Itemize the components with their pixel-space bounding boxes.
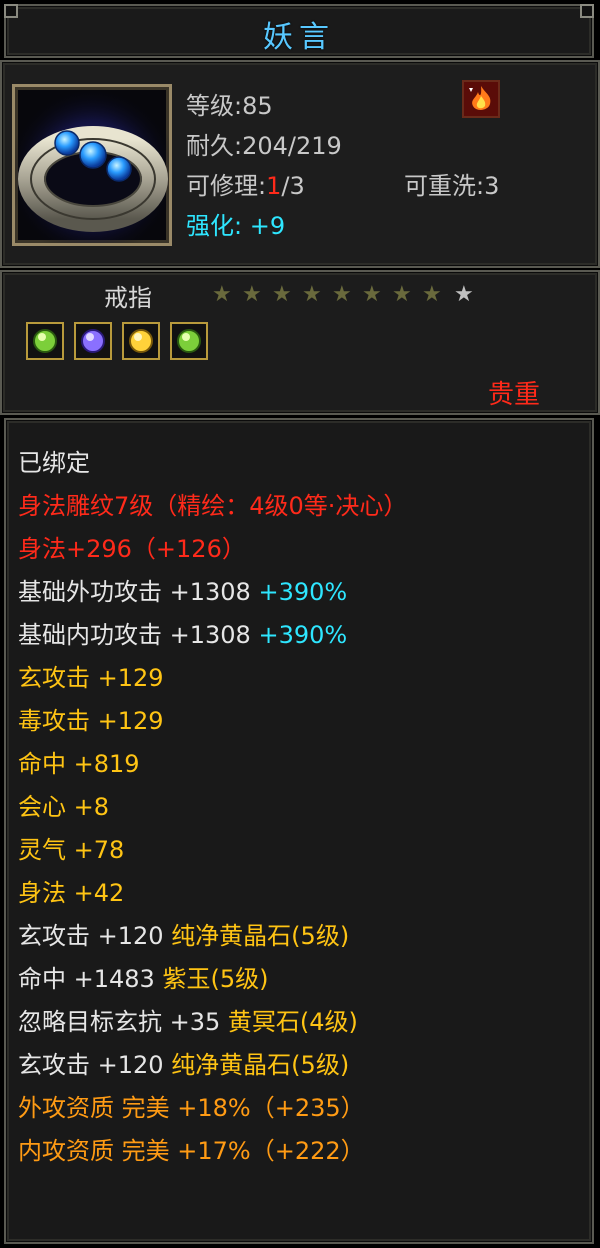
green-gem-icon: [177, 329, 201, 353]
ring-icon: [15, 87, 169, 243]
base-inner-attack-value: 基础内功攻击 +1308: [18, 621, 251, 649]
rarity-label: 贵重: [488, 380, 541, 410]
star-filled-icon: ★: [392, 282, 412, 307]
yellow-gem-icon: [129, 329, 153, 353]
gem-slot-3[interactable]: [122, 322, 160, 360]
gem-slot-1[interactable]: [26, 322, 64, 360]
base-inner-attack-pct: +390%: [258, 621, 348, 649]
gem-bonus-name: 紫玉(5级): [162, 965, 269, 993]
agility: 身法 +42: [18, 879, 125, 907]
purple-gem-icon: [81, 329, 105, 353]
gem-bonus-name: 黄冥石(4级): [227, 1008, 358, 1036]
item-repair: 可修理:1/3: [186, 166, 305, 201]
gem-bonus-3: 忽略目标玄抗 +35 黄冥石(4级): [18, 1007, 358, 1037]
flame-icon: [469, 86, 491, 110]
base-outer-attack-pct: +390%: [258, 578, 348, 606]
star-filled-icon: ★: [212, 282, 232, 307]
star-filled-icon: ★: [332, 282, 352, 307]
accuracy: 命中 +819: [18, 750, 140, 778]
gem-bonus-1: 玄攻击 +120 纯净黄晶石(5级): [18, 921, 349, 951]
enhance-value: +9: [249, 212, 286, 240]
repair-label: 可修理:: [186, 172, 267, 200]
star-filled-icon: ★: [242, 282, 262, 307]
star-filled-icon: ★: [302, 282, 322, 307]
star-empty-icon: ★: [454, 282, 474, 307]
item-name: 妖言: [263, 20, 335, 55]
body-speed-stat: 身法+296（+126）: [18, 535, 246, 563]
repair-used: 1: [266, 172, 282, 200]
element-attribute-icon: [462, 80, 500, 118]
base-outer-attack: 基础外功攻击 +1308 +390%: [18, 577, 347, 607]
gem-bonus-stat: 玄攻击 +120: [18, 922, 164, 950]
bound-status: 已绑定: [18, 449, 90, 477]
gem-slot-2[interactable]: [74, 322, 112, 360]
gem-bonus-stat: 命中 +1483: [18, 965, 155, 993]
gem-bonus-stat: 玄攻击 +120: [18, 1051, 164, 1079]
item-icon-frame: [12, 84, 172, 246]
item-durability: 耐久:204/219: [186, 132, 342, 160]
outer-attack-quality: 外攻资质 完美 +18%（+235）: [18, 1094, 365, 1122]
title-bar: 妖言: [4, 4, 594, 58]
gem-bonus-4: 玄攻击 +120 纯净黄晶石(5级): [18, 1050, 349, 1080]
item-rewash: 可重洗:3: [404, 172, 500, 200]
base-outer-attack-value: 基础外功攻击 +1308: [18, 578, 251, 606]
star-filled-icon: ★: [422, 282, 442, 307]
star-filled-icon: ★: [362, 282, 382, 307]
base-inner-attack: 基础内功攻击 +1308 +390%: [18, 620, 347, 650]
star-filled-icon: ★: [272, 282, 292, 307]
critical: 会心 +8: [18, 793, 110, 821]
gem-bonus-stat: 忽略目标玄抗 +35: [18, 1008, 221, 1036]
poison-attack: 毒攻击 +129: [18, 707, 164, 735]
repair-total: /3: [281, 172, 305, 200]
gem-bonus-name: 纯净黄晶石(5级): [171, 1051, 350, 1079]
green-gem-icon: [33, 329, 57, 353]
mystic-attack: 玄攻击 +129: [18, 664, 164, 692]
item-type: 戒指: [104, 284, 152, 312]
item-enhance: 强化: +9: [186, 206, 285, 241]
engraving: 身法雕纹7级（精绘：4级0等·决心）: [18, 492, 408, 520]
item-level: 等级:85: [186, 92, 273, 120]
gem-slot-4[interactable]: [170, 322, 208, 360]
inner-attack-quality: 内攻资质 完美 +17%（+222）: [18, 1137, 365, 1165]
gem-bonus-2: 命中 +1483 紫玉(5级): [18, 964, 268, 994]
spirit: 灵气 +78: [18, 836, 125, 864]
enhance-label: 强化:: [186, 212, 243, 240]
gem-bonus-name: 纯净黄晶石(5级): [171, 922, 350, 950]
